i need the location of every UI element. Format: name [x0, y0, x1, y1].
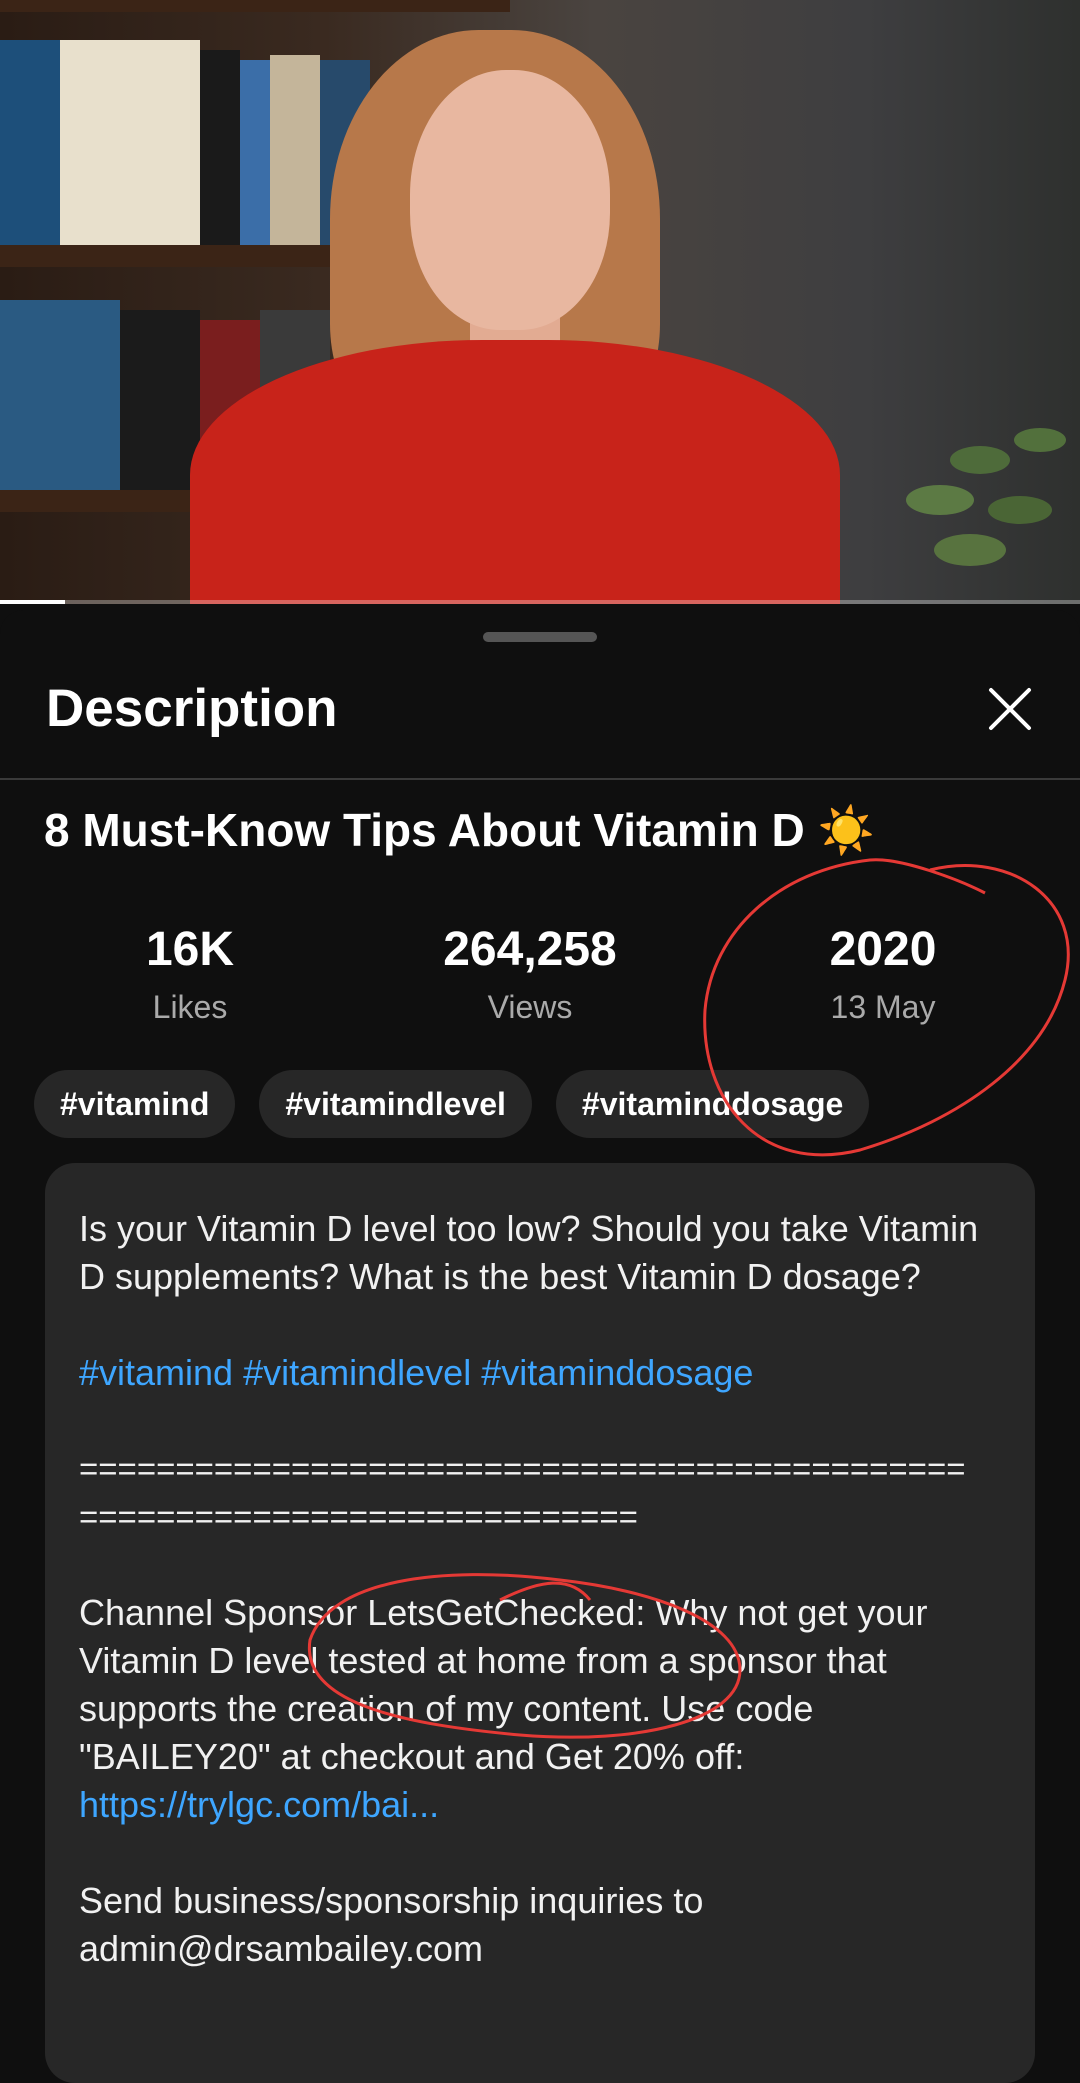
date-stat: 2020 13 May [763, 922, 1003, 1026]
sponsor-link[interactable]: https://trylgc.com/bai... [79, 1784, 439, 1825]
separator: ========================================… [79, 1450, 966, 1535]
drag-handle[interactable] [483, 632, 597, 642]
views-count: 264,258 [443, 923, 617, 976]
video-player[interactable] [0, 0, 1080, 604]
close-icon[interactable] [985, 684, 1035, 734]
hashtag-chips: #vitamind #vitamindlevel #vitaminddosage [34, 1070, 870, 1138]
hashtag-link[interactable]: #vitamind [79, 1352, 233, 1393]
publish-year: 2020 [829, 923, 937, 976]
description-card[interactable]: Is your Vitamin D level too low? Should … [45, 1163, 1035, 2083]
description-intro: Is your Vitamin D level too low? Should … [79, 1208, 979, 1297]
description-hashtags: #vitamind #vitamindlevel #vitaminddosage [79, 1349, 1009, 1397]
sheet-title: Description [46, 679, 338, 738]
video-title: 8 Must-Know Tips About Vitamin D ☀️ [44, 804, 875, 856]
video-progress-bar[interactable] [0, 600, 1080, 604]
comic-poster [60, 40, 200, 245]
likes-stat: 16K Likes [70, 922, 310, 1026]
likes-count: 16K [145, 923, 235, 976]
hashtag-link[interactable]: #vitaminddosage [481, 1352, 753, 1393]
chip-vitamind[interactable]: #vitamind [34, 1070, 236, 1138]
chip-vitaminddosage[interactable]: #vitaminddosage [555, 1070, 870, 1138]
bookshelf [0, 0, 510, 12]
views-label: Views [487, 989, 573, 1025]
views-stat: 264,258 Views [410, 922, 650, 1026]
likes-label: Likes [152, 989, 228, 1025]
sponsor-paragraph: Channel Sponsor LetsGetChecked: Why not … [79, 1589, 1009, 1829]
chip-vitamindlevel[interactable]: #vitamindlevel [259, 1070, 532, 1138]
hashtag-link[interactable]: #vitamindlevel [243, 1352, 471, 1393]
description-sheet: Description 8 Must-Know Tips About Vitam… [0, 610, 1080, 2083]
publish-date: 13 May [830, 989, 936, 1025]
sponsor-text: Channel Sponsor LetsGetChecked: Why not … [79, 1592, 928, 1777]
plant [906, 428, 1066, 566]
video-progress-fill [0, 600, 65, 604]
business-inquiries: Send business/sponsorship inquiries to a… [79, 1880, 704, 1969]
divider [0, 778, 1080, 780]
